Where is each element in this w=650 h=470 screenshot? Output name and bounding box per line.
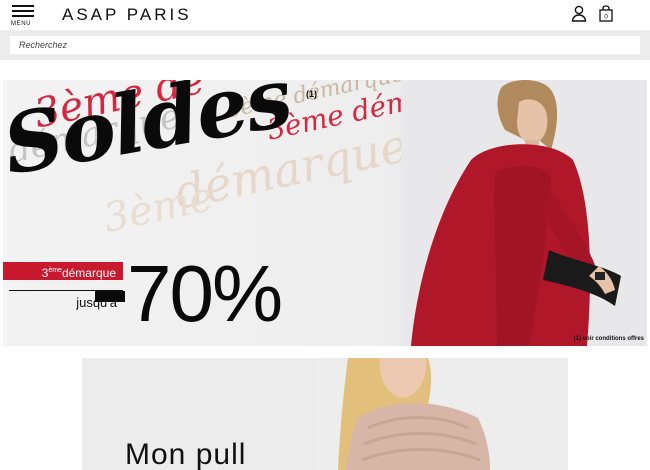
background-script-text: 3ème xyxy=(99,173,218,243)
bag-count: 0 xyxy=(604,14,608,21)
minus-sign xyxy=(95,291,125,303)
discount-value: 70% xyxy=(95,248,283,340)
menu-button[interactable]: MENU xyxy=(11,5,37,27)
markdown-ordinal: ème xyxy=(48,267,62,274)
hamburger-icon-bar xyxy=(12,15,34,17)
hamburger-icon xyxy=(12,5,34,7)
hamburger-icon-bar xyxy=(12,10,34,12)
account-icon[interactable] xyxy=(571,5,587,22)
shopping-bag-icon[interactable]: 0 xyxy=(598,5,614,22)
conditions-note[interactable]: (1) voir conditions offres xyxy=(574,336,644,342)
menu-label: MENU xyxy=(11,21,32,27)
sale-banner[interactable]: 3ème de démarque 3ème démarque 3ème déma… xyxy=(3,80,647,346)
sale-title-footnote: (1) xyxy=(306,89,317,99)
discount-percent: 70% xyxy=(127,249,283,338)
promo-banner[interactable]: Mon pull xyxy=(82,358,568,470)
brand-logo[interactable]: ASAP PARIS xyxy=(62,5,192,25)
site-header: MENU ASAP PARIS 0 xyxy=(0,0,650,30)
model-photo xyxy=(401,80,647,346)
promo-title: Mon pull xyxy=(125,438,247,470)
search-input[interactable] xyxy=(10,36,640,54)
promo-photo xyxy=(318,358,568,470)
